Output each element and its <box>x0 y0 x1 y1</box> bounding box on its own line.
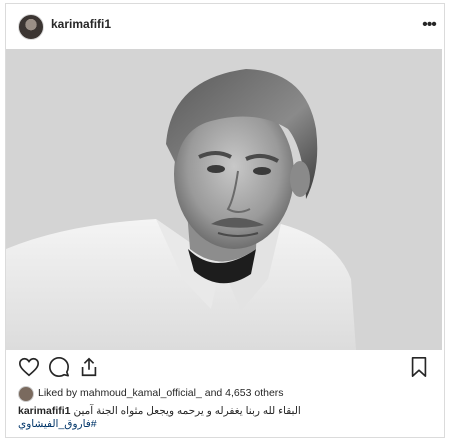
comment-icon[interactable] <box>48 356 70 378</box>
heart-icon[interactable] <box>18 356 40 378</box>
user-avatar[interactable] <box>18 14 44 40</box>
post-username[interactable]: karimafifi1 <box>51 17 111 31</box>
liker-avatar[interactable] <box>18 386 34 402</box>
share-icon[interactable] <box>78 356 100 378</box>
instagram-post-card: karimafifi1 ••• Liked by mahmoud_kamal_o… <box>5 3 445 438</box>
caption-username[interactable]: karimafifi1 <box>18 405 71 417</box>
caption-hashtag[interactable]: #فاروق_الفيشاوي <box>18 418 438 431</box>
more-icon[interactable]: ••• <box>419 13 439 37</box>
likes-text[interactable]: Liked by mahmoud_kamal_official_ and 4,6… <box>38 387 284 399</box>
bookmark-icon[interactable] <box>408 356 430 378</box>
portrait-image <box>6 49 442 350</box>
post-image[interactable] <box>6 49 442 350</box>
post-caption: karimafifi1 البقاء لله ربنا يغفرله و يرح… <box>18 405 438 431</box>
post-header: karimafifi1 ••• <box>6 4 444 48</box>
post-actions <box>6 356 444 384</box>
caption-text: البقاء لله ربنا يغفرله و يرحمه ويجعل مثو… <box>73 405 301 417</box>
